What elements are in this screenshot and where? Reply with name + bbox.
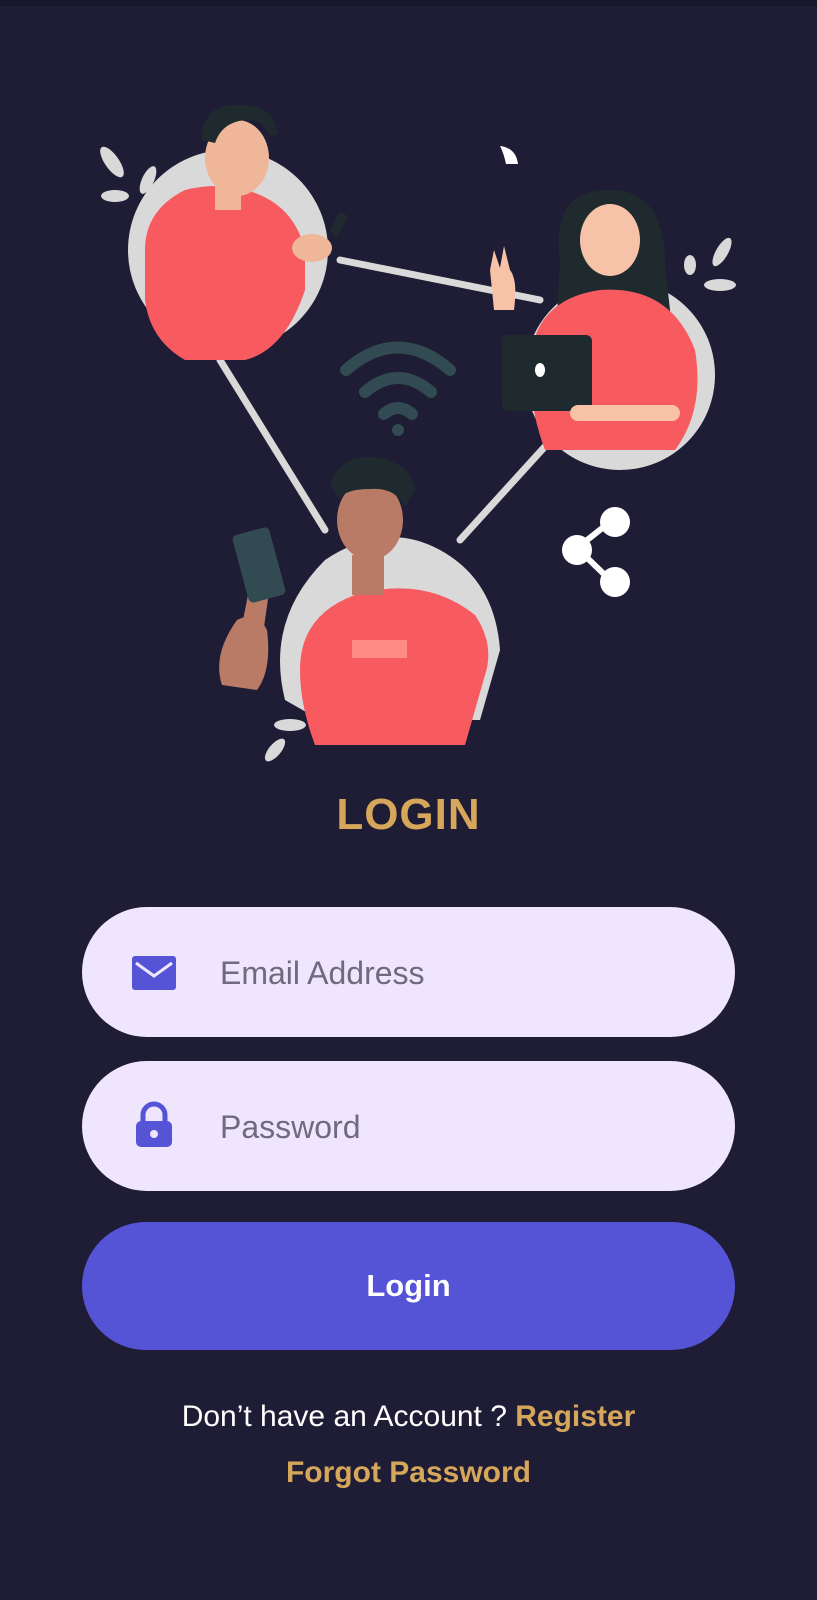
person-bottom <box>219 456 500 745</box>
page-title: LOGIN <box>336 790 481 839</box>
login-screen: LOGIN Login Don’t have an Account ? Regi… <box>0 0 817 1600</box>
password-field-container[interactable] <box>82 1061 735 1191</box>
forgot-password-link[interactable]: Forgot Password <box>0 1456 817 1490</box>
email-input[interactable] <box>218 937 702 1009</box>
status-bar <box>0 0 817 6</box>
moon-decoration <box>500 146 518 164</box>
register-link[interactable]: Register <box>515 1400 635 1433</box>
email-field-container[interactable] <box>82 907 735 1037</box>
password-input[interactable] <box>218 1091 702 1163</box>
person-right <box>490 190 715 470</box>
leaf-decoration-right <box>684 237 736 291</box>
share-icon <box>562 507 630 597</box>
network-people-illustration <box>100 104 736 762</box>
lock-icon <box>136 1101 172 1147</box>
person-top-left <box>128 104 348 360</box>
register-prompt-text: Don’t have an Account ? <box>181 1400 516 1433</box>
envelope-icon <box>132 956 176 990</box>
login-button[interactable]: Login <box>82 1222 735 1350</box>
register-prompt-line: Don’t have an Account ? Register <box>0 1400 817 1434</box>
wifi-icon <box>340 341 456 436</box>
